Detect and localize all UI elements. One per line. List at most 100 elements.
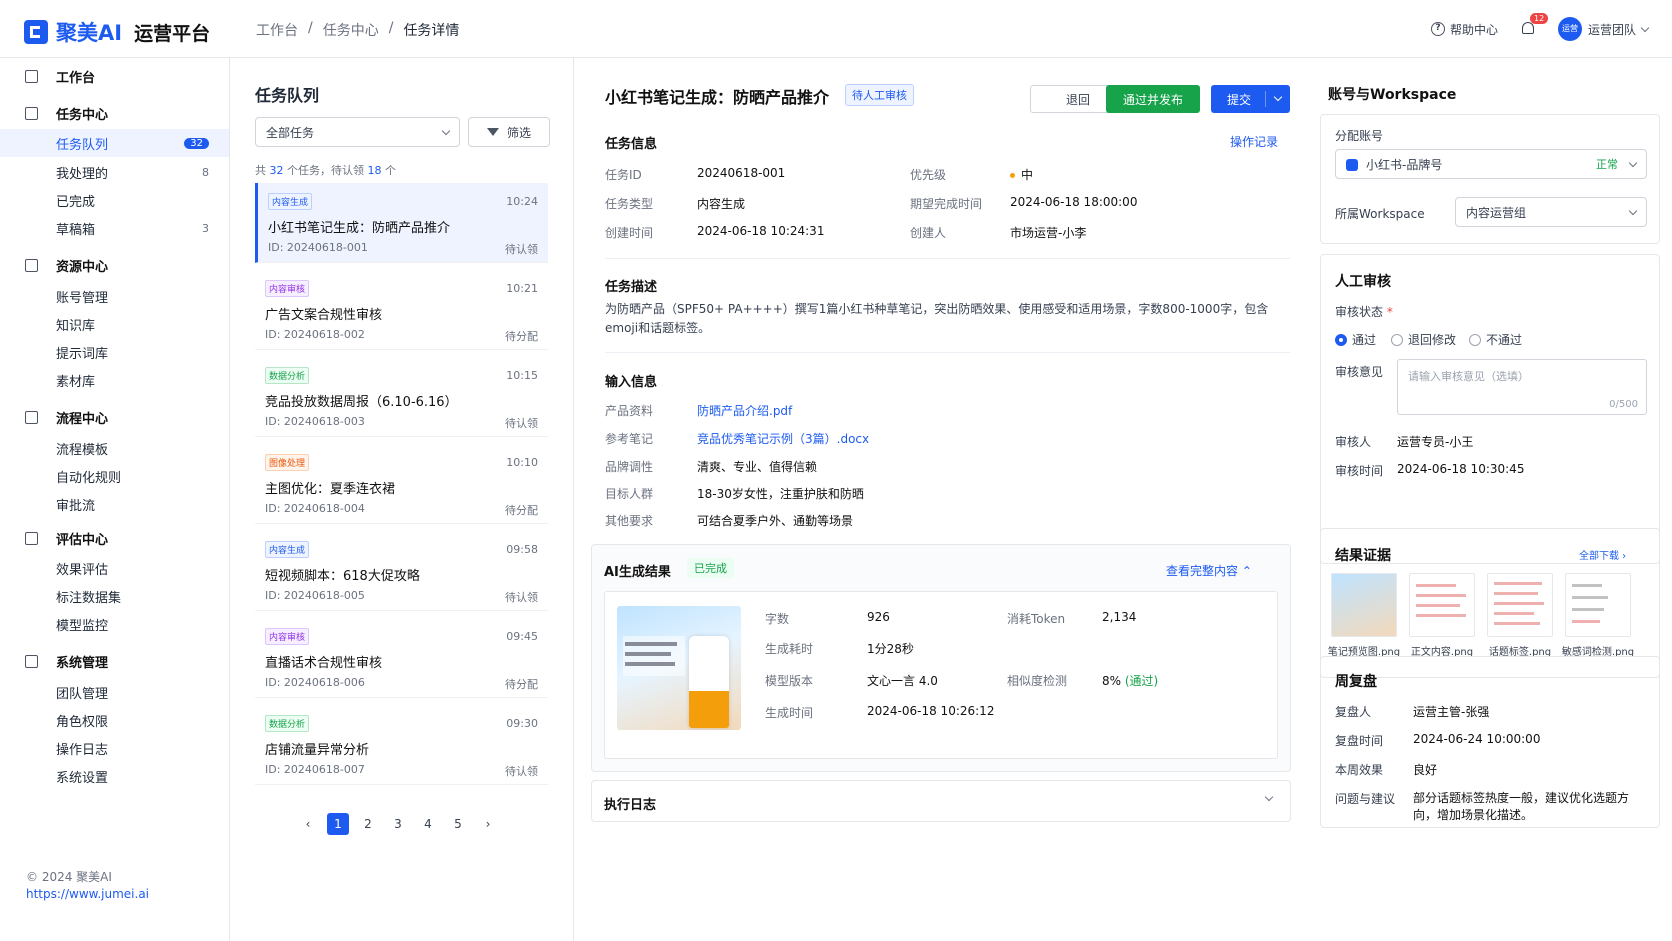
task-tag: 内容审核 xyxy=(265,280,310,297)
task-id: ID: 20240618-006 xyxy=(265,676,365,689)
sidebar-item-label: 账号管理 xyxy=(56,290,109,306)
sidebar-item-model-monitor[interactable]: 模型监控 xyxy=(0,610,229,638)
sidebar-group-workflow[interactable]: 流程中心 xyxy=(0,403,229,431)
download-all-link[interactable]: 全部下载 › xyxy=(1579,547,1626,562)
due-time-value: 2024-06-18 18:00:00 xyxy=(1010,195,1138,209)
sidebar-item-settings[interactable]: 系统设置 xyxy=(0,762,229,790)
evidence-thumbnail[interactable] xyxy=(1565,573,1631,637)
field-label: 优先级 xyxy=(910,168,947,182)
queue-summary: 共 32 个任务，待认领 18 个 xyxy=(255,164,396,177)
sidebar-item-prompts[interactable]: 提示词库 xyxy=(0,338,229,366)
help-center-link[interactable]: ? 帮助中心 xyxy=(1430,21,1498,38)
product-file-link[interactable]: 防晒产品介绍.pdf xyxy=(697,402,792,419)
sidebar-group-task-center[interactable]: 任务中心 xyxy=(0,99,229,127)
review-opinion-textarea[interactable]: 请输入审核意见（选填） 0/500 xyxy=(1397,359,1647,415)
sidebar-group-evaluation[interactable]: 评估中心 xyxy=(0,524,229,552)
radio-return[interactable]: 退回修改 xyxy=(1391,331,1456,348)
page-5[interactable]: 5 xyxy=(447,813,469,835)
task-card[interactable]: 数据分析 09:30 店铺流量异常分析 ID: 20240618-007 待认领 xyxy=(255,705,548,785)
database-icon xyxy=(25,258,38,272)
divider xyxy=(605,352,1290,353)
ai-result-card: AI生成结果 已完成 查看完整内容 ⌃ 字数 926 消耗Token 2,134… xyxy=(591,544,1291,772)
account-status: 正常 xyxy=(1596,158,1618,171)
filter-button[interactable]: 筛选 xyxy=(468,117,550,147)
sidebar-item-team[interactable]: 团队管理 xyxy=(0,678,229,706)
field-label: 审核时间 xyxy=(1335,464,1384,478)
sidebar-group-system[interactable]: 系统管理 xyxy=(0,647,229,675)
sidebar-item-accounts[interactable]: 账号管理 xyxy=(0,282,229,310)
sidebar-item-approval[interactable]: 审批流 xyxy=(0,490,229,518)
breadcrumb-separator: / xyxy=(308,20,313,36)
site-link[interactable]: https://www.jumei.ai xyxy=(26,887,149,901)
breadcrumb-workbench[interactable]: 工作台 xyxy=(256,20,298,40)
priority-value: 中 xyxy=(1010,166,1033,183)
brand-logo[interactable]: 聚美AI 运营平台 xyxy=(24,17,210,47)
field-label: 其他要求 xyxy=(605,514,654,528)
sidebar-item-datasets[interactable]: 标注数据集 xyxy=(0,582,229,610)
page-4[interactable]: 4 xyxy=(417,813,439,835)
sidebar-item-roles[interactable]: 角色权限 xyxy=(0,706,229,734)
sidebar-item-completed[interactable]: 已完成 xyxy=(0,186,229,214)
notification-bell-icon[interactable]: 12 xyxy=(1520,13,1549,37)
sidebar-item-materials[interactable]: 素材库 xyxy=(0,366,229,394)
task-card[interactable]: 图像处理 10:10 主图优化：夏季连衣裙 ID: 20240618-004 待… xyxy=(255,444,548,524)
prev-page-button[interactable]: ‹ xyxy=(297,813,319,835)
weekly-reviewer-value: 运营主管-张强 xyxy=(1413,705,1490,719)
section-title: 周复盘 xyxy=(1335,674,1377,690)
task-status: 待认领 xyxy=(505,417,538,430)
sidebar-item-my-handled[interactable]: 我处理的 8 xyxy=(0,158,229,186)
chevron-down-icon[interactable] xyxy=(1273,92,1283,102)
task-card[interactable]: 数据分析 10:15 竞品投放数据周报（6.10-6.16） ID: 20240… xyxy=(255,357,548,437)
audience-value: 18-30岁女性，注重护肤和防晒 xyxy=(697,487,864,501)
workspace-select[interactable]: 内容运营组 xyxy=(1455,197,1647,227)
page-3[interactable]: 3 xyxy=(387,813,409,835)
sidebar-item-label: 素材库 xyxy=(56,374,96,390)
breadcrumb-task-center[interactable]: 任务中心 xyxy=(323,20,379,40)
filter-icon xyxy=(486,128,499,136)
generated-note-image[interactable] xyxy=(617,606,741,730)
user-menu[interactable]: 运营 运营团队 xyxy=(1557,17,1650,41)
task-card[interactable]: 内容生成 09:58 短视频脚本：618大促攻略 ID: 20240618-00… xyxy=(255,531,548,611)
sidebar-item-oplog[interactable]: 操作日志 xyxy=(0,734,229,762)
sidebar-item-drafts[interactable]: 草稿箱 3 xyxy=(0,214,229,242)
task-id: ID: 20240618-002 xyxy=(265,328,365,341)
sidebar-group-resources[interactable]: 资源中心 xyxy=(0,251,229,279)
page-1[interactable]: 1 xyxy=(327,813,349,835)
brand-tone-value: 清爽、专业、值得信赖 xyxy=(697,460,818,474)
sidebar-item-workbench[interactable]: 工作台 xyxy=(0,62,229,90)
sidebar-item-effect-eval[interactable]: 效果评估 xyxy=(0,554,229,582)
evidence-thumbnail[interactable] xyxy=(1487,573,1553,637)
execution-log-collapse[interactable]: 执行日志 xyxy=(591,780,1291,822)
operation-log-link[interactable]: 操作记录 xyxy=(1230,133,1278,150)
task-id: ID: 20240618-003 xyxy=(265,415,365,428)
sidebar-item-flow-templates[interactable]: 流程模板 xyxy=(0,434,229,462)
task-card[interactable]: 内容审核 10:21 广告文案合规性审核 ID: 20240618-002 待分… xyxy=(255,270,548,350)
radio-approve[interactable]: 通过 xyxy=(1335,331,1376,348)
gen-time-value: 2024-06-18 10:26:12 xyxy=(867,704,995,718)
next-page-button[interactable]: › xyxy=(477,813,499,835)
task-id: ID: 20240618-007 xyxy=(265,763,365,776)
approve-publish-button[interactable]: 通过并发布 xyxy=(1106,85,1200,113)
task-card[interactable]: 内容生成 10:24 小红书笔记生成：防晒产品推介 ID: 20240618-0… xyxy=(255,183,548,263)
sidebar-item-label: 资源中心 xyxy=(56,259,109,275)
sidebar-item-knowledge[interactable]: 知识库 xyxy=(0,310,229,338)
account-select[interactable]: 小红书-品牌号 正常 xyxy=(1335,149,1647,179)
field-label: 产品资料 xyxy=(605,404,654,418)
task-card[interactable]: 内容审核 09:45 直播话术合规性审核 ID: 20240618-006 待分… xyxy=(255,618,548,698)
sidebar-item-label: 模型监控 xyxy=(56,618,109,634)
evidence-thumbnail[interactable] xyxy=(1331,573,1397,637)
sidebar-item-automation[interactable]: 自动化规则 xyxy=(0,462,229,490)
sidebar-item-task-queue[interactable]: 任务队列 32 xyxy=(0,129,229,157)
evidence-thumbnail[interactable] xyxy=(1409,573,1475,637)
task-tag: 内容审核 xyxy=(265,628,310,645)
submit-button[interactable]: 提交 xyxy=(1211,85,1290,113)
radio-reject[interactable]: 不通过 xyxy=(1469,331,1522,348)
help-label: 帮助中心 xyxy=(1449,22,1498,37)
reference-file-link[interactable]: 竞品优秀笔记示例（3篇）.docx xyxy=(697,430,869,447)
page-2[interactable]: 2 xyxy=(357,813,379,835)
task-status: 待分配 xyxy=(505,678,538,691)
filter-label: 筛选 xyxy=(506,125,531,140)
field-label: 参考笔记 xyxy=(605,432,654,446)
view-full-content-link[interactable]: 查看完整内容 ⌃ xyxy=(1166,562,1252,579)
task-filter-select[interactable]: 全部任务 xyxy=(255,117,460,147)
